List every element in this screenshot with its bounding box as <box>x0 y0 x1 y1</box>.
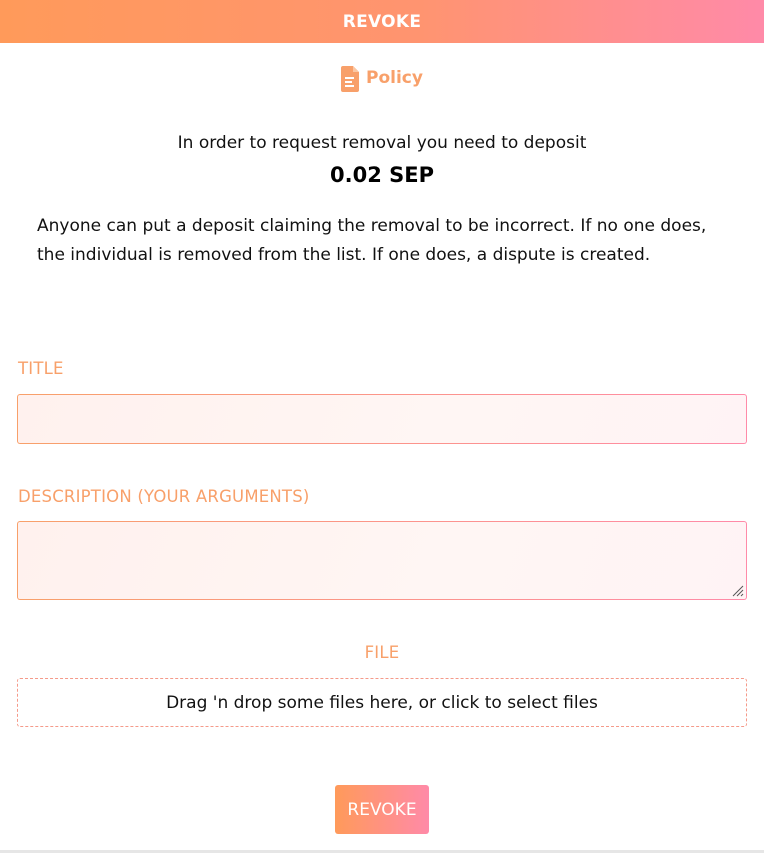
title-label: TITLE <box>18 359 64 378</box>
dropzone-text: Drag 'n drop some files here, or click t… <box>166 692 598 713</box>
title-field-border <box>17 394 747 444</box>
resize-grip-icon[interactable] <box>732 585 744 597</box>
description-field-border <box>17 521 747 600</box>
explanation-text: Anyone can put a deposit claiming the re… <box>37 216 707 265</box>
title-input[interactable] <box>18 395 746 443</box>
description-label: DESCRIPTION (YOUR ARGUMENTS) <box>18 487 310 506</box>
header-bar: REVOKE <box>0 0 764 43</box>
deposit-amount: 0.02 SEP <box>330 163 434 187</box>
revoke-button[interactable]: REVOKE <box>335 785 429 834</box>
policy-link[interactable]: Policy <box>0 63 764 93</box>
deposit-intro: In order to request removal you need to … <box>177 133 587 153</box>
file-dropzone[interactable]: Drag 'n drop some files here, or click t… <box>17 678 747 727</box>
description-textarea[interactable] <box>18 522 746 599</box>
policy-label: Policy <box>366 68 423 88</box>
file-label: FILE <box>364 643 400 662</box>
document-icon <box>341 66 360 92</box>
header-title: REVOKE <box>342 11 422 32</box>
